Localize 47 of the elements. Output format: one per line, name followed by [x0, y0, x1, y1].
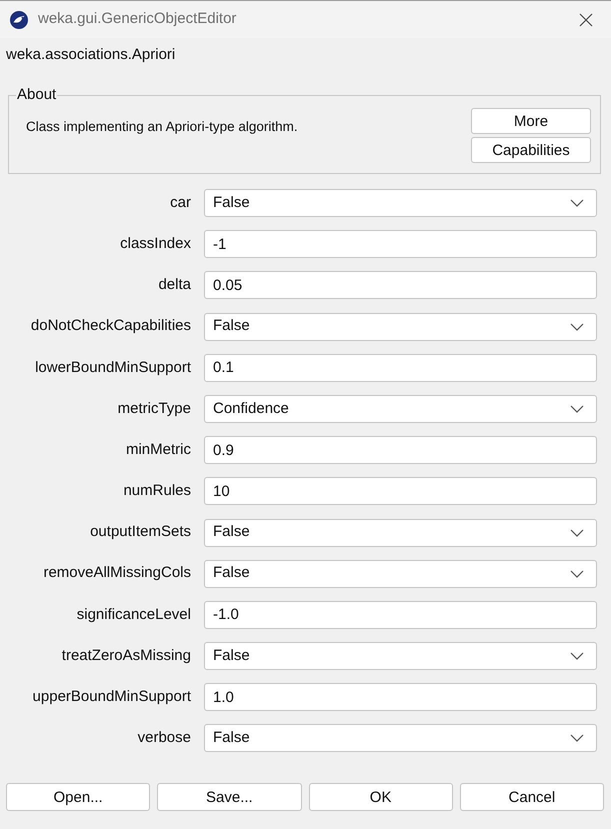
- cancel-button[interactable]: Cancel: [460, 783, 604, 812]
- text-field[interactable]: 0.05: [204, 271, 597, 300]
- text-field[interactable]: 10: [204, 477, 597, 506]
- property-label: doNotCheckCapabilities: [30, 316, 191, 336]
- dropdown[interactable]: False: [204, 518, 597, 546]
- text-field[interactable]: -1: [204, 230, 597, 258]
- app-logo-icon: [10, 10, 28, 28]
- dropdown[interactable]: Confidence: [204, 394, 597, 423]
- property-label: car: [169, 192, 191, 213]
- open-button[interactable]: Open...: [6, 783, 150, 812]
- property-label: significanceLevel: [76, 604, 191, 625]
- dropdown[interactable]: False: [204, 560, 597, 588]
- text-field[interactable]: 0.9: [204, 436, 597, 464]
- chevron-icon: [570, 322, 584, 331]
- property-label: classIndex: [119, 234, 191, 254]
- chevron-icon: [570, 652, 584, 660]
- property-label: removeAllMissingCols: [42, 563, 191, 584]
- property-label: upperBoundMinSupport: [32, 687, 191, 707]
- dropdown[interactable]: False: [204, 642, 597, 670]
- ok-button[interactable]: OK: [308, 783, 453, 812]
- save-button[interactable]: Save...: [157, 783, 302, 812]
- capabilities-button[interactable]: Capabilities: [471, 137, 591, 163]
- more-button[interactable]: More: [471, 108, 591, 134]
- property-label: outputItemSets: [89, 522, 191, 542]
- dropdown[interactable]: False: [204, 312, 597, 341]
- description-text: Class implementing an Apriori-type algorithm.: [26, 119, 298, 134]
- chevron-icon: [570, 570, 584, 578]
- window-title: weka.gui.GenericObjectEditor: [38, 9, 236, 30]
- chevron-icon: [570, 199, 584, 207]
- chevron-icon: [570, 404, 584, 413]
- class-name: weka.associations.Apriori: [6, 46, 176, 63]
- dropdown[interactable]: False: [204, 724, 597, 752]
- property-label: verbose: [136, 728, 191, 748]
- property-label: minMetric: [124, 440, 191, 460]
- text-field[interactable]: 1.0: [204, 683, 597, 712]
- text-field[interactable]: 0.1: [204, 354, 597, 382]
- dropdown[interactable]: False: [204, 189, 597, 217]
- close-icon[interactable]: [579, 12, 593, 26]
- chevron-icon: [570, 734, 584, 742]
- property-label: lowerBoundMinSupport: [34, 358, 191, 378]
- property-label: delta: [157, 275, 191, 296]
- property-label: treatZeroAsMissing: [60, 646, 191, 666]
- text-field[interactable]: -1.0: [204, 600, 597, 629]
- property-label: numRules: [122, 481, 191, 502]
- about-legend: About: [16, 86, 58, 104]
- chevron-icon: [570, 528, 584, 536]
- property-label: metricType: [116, 398, 191, 419]
